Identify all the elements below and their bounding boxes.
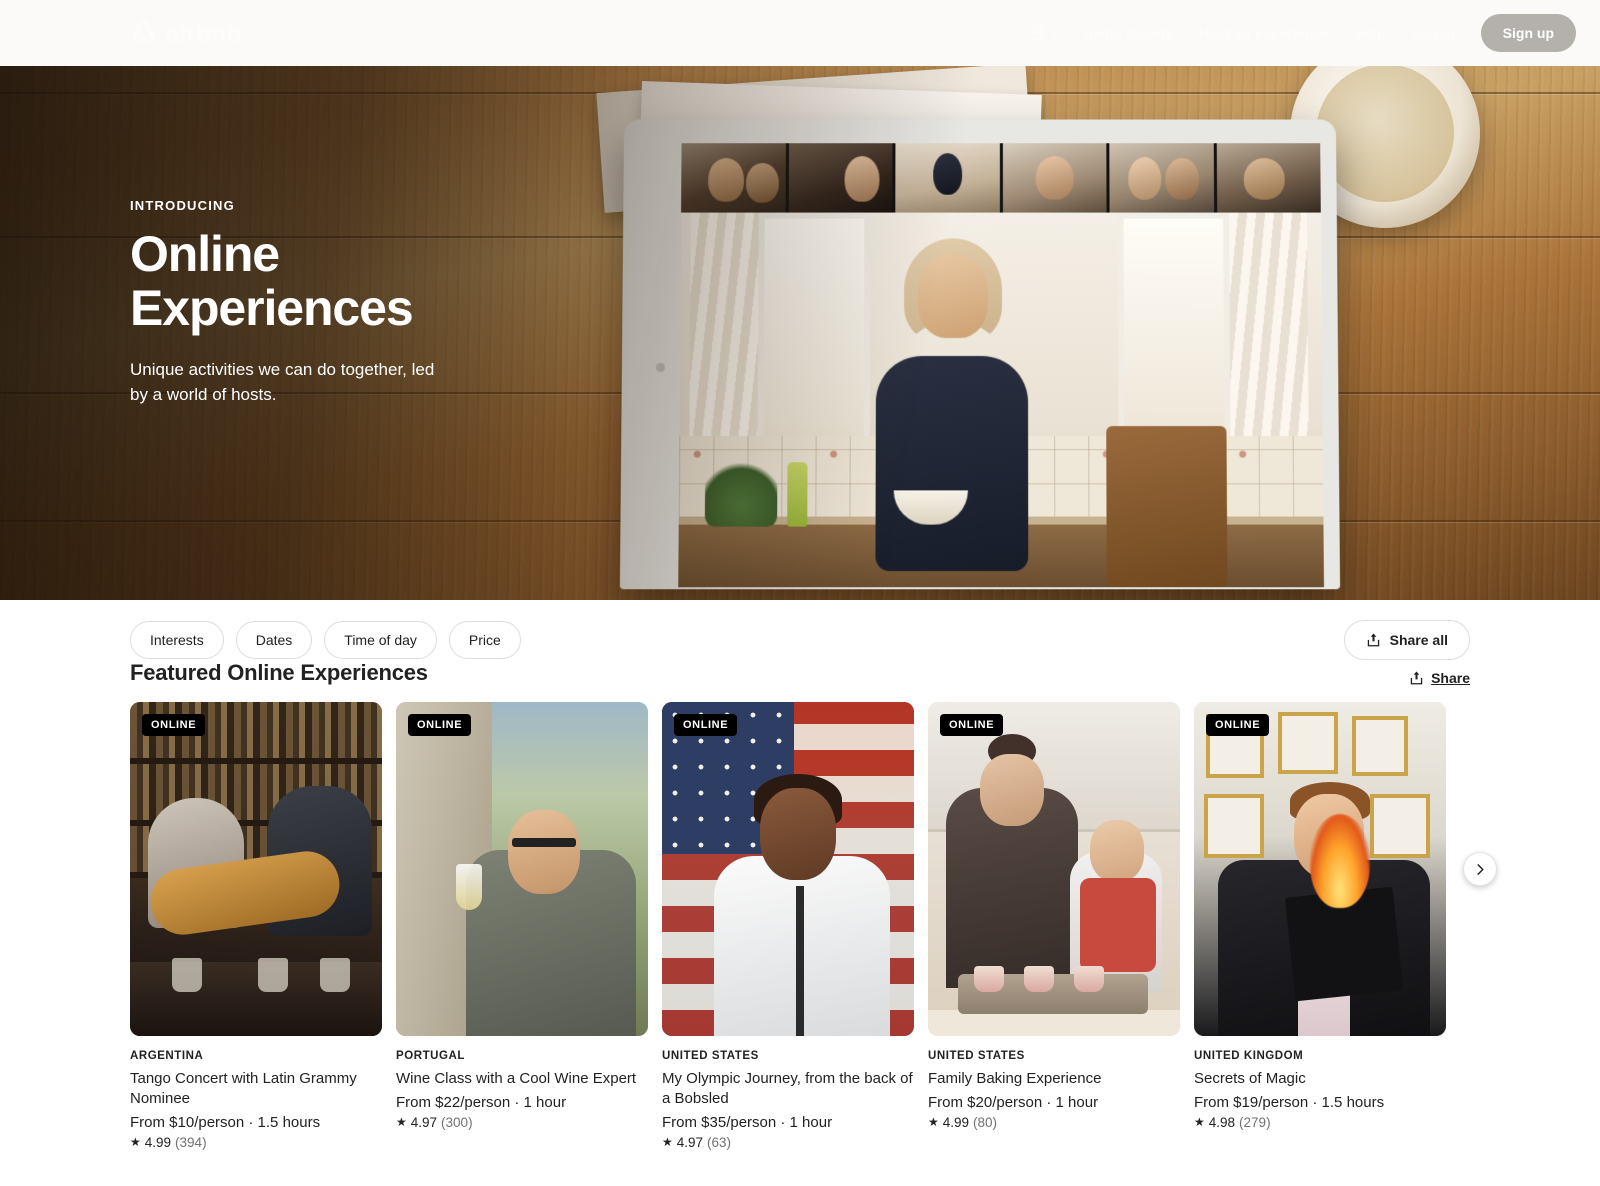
- card-price: From $22/person · 1 hour: [396, 1093, 567, 1111]
- experience-card[interactable]: ONLINE ARGENTINA Tango Concert with Lati…: [130, 702, 382, 1150]
- card-photo-tango-concert: [130, 702, 382, 1036]
- card-title: My Olympic Journey, from the back of a B…: [662, 1070, 913, 1107]
- airbnb-wordmark: airbnb: [165, 18, 242, 48]
- experience-carousel: ONLINE ARGENTINA Tango Concert with Lati…: [130, 702, 1497, 1150]
- site-header: airbnb Invite friends Host an experience…: [0, 0, 1600, 66]
- share-upload-icon: [1367, 633, 1379, 647]
- hero-eyebrow: INTRODUCING: [130, 198, 235, 213]
- online-badge: ONLINE: [408, 714, 472, 736]
- card-photo-olympic-journey: [662, 702, 914, 1036]
- card-rating: ★ 4.98 (279): [1194, 1115, 1446, 1130]
- share-all-button[interactable]: Share all: [1343, 620, 1470, 660]
- chevron-down-icon: [1050, 30, 1059, 36]
- card-image[interactable]: ONLINE: [928, 702, 1180, 1036]
- card-rating: ★ 4.97 (63): [662, 1135, 914, 1150]
- card-photo-family-baking: [928, 702, 1180, 1036]
- experience-card[interactable]: ONLINE UNITED STATES My Olympic Journey,…: [662, 702, 914, 1150]
- online-badge: ONLINE: [1206, 714, 1270, 736]
- hero-banner: INTRODUCING Online Experiences Unique ac…: [0, 0, 1600, 600]
- sign-up-button[interactable]: Sign up: [1480, 14, 1576, 52]
- card-review-count: (63): [707, 1134, 732, 1150]
- card-review-count: (279): [1239, 1114, 1271, 1130]
- hero-subtitle: Unique activities we can do together, le…: [130, 360, 435, 405]
- card-location: UNITED STATES: [928, 1050, 1025, 1062]
- star-icon: ★: [130, 1135, 141, 1150]
- card-rating: ★ 4.99 (80): [928, 1115, 1180, 1130]
- carousel-next-button[interactable]: [1463, 852, 1497, 886]
- star-icon: ★: [396, 1115, 407, 1130]
- nav-item-log-in[interactable]: Log in: [1412, 25, 1455, 41]
- filter-chip-time-of-day[interactable]: Time of day: [324, 620, 437, 660]
- filter-chip-dates[interactable]: Dates: [235, 620, 313, 660]
- star-icon: ★: [928, 1115, 939, 1130]
- card-price: From $19/person · 1.5 hours: [1194, 1093, 1385, 1111]
- nav-item-invite-friends[interactable]: Invite friends: [1085, 25, 1174, 41]
- card-price: From $35/person · 1 hour: [662, 1113, 833, 1131]
- filter-chip-price[interactable]: Price: [448, 620, 521, 660]
- card-review-count: (394): [175, 1134, 207, 1150]
- filter-chip-group: Interests Dates Time of day Price: [130, 620, 521, 660]
- card-image[interactable]: ONLINE: [662, 702, 914, 1036]
- airbnb-logo[interactable]: airbnb: [130, 18, 242, 48]
- experience-card[interactable]: ONLINE PORTUGAL Wine Class with a Cool W…: [396, 702, 648, 1150]
- online-badge: ONLINE: [674, 714, 738, 736]
- share-section-label: Share: [1431, 670, 1470, 686]
- filter-chip-interests[interactable]: Interests: [130, 620, 224, 660]
- section-header: Featured Online Experiences Share: [130, 660, 1470, 686]
- card-image[interactable]: ONLINE: [396, 702, 648, 1036]
- experience-card[interactable]: ONLINE UNITED STATES Family Baking Exper…: [928, 702, 1180, 1150]
- card-rating-value: 4.99: [942, 1114, 970, 1130]
- card-rating-value: 4.98: [1208, 1114, 1236, 1130]
- card-photo-wine-class: [396, 702, 648, 1036]
- online-badge: ONLINE: [940, 714, 1004, 736]
- hero-title-line-1: Online: [130, 226, 280, 282]
- card-price: From $20/person · 1 hour: [928, 1093, 1099, 1111]
- card-title: Secrets of Magic: [1194, 1070, 1306, 1087]
- language-selector[interactable]: [1029, 25, 1059, 41]
- star-icon: ★: [662, 1135, 673, 1150]
- card-location: UNITED KINGDOM: [1194, 1050, 1304, 1062]
- airbnb-bel-logo-icon: [133, 19, 155, 44]
- star-icon: ★: [1194, 1115, 1205, 1130]
- page-title: Online Experiences: [130, 227, 590, 335]
- card-rating-value: 4.99: [144, 1134, 172, 1150]
- globe-icon: [1029, 25, 1046, 41]
- share-upload-icon: [1410, 671, 1423, 685]
- card-price: From $10/person · 1.5 hours: [130, 1113, 321, 1131]
- card-title: Tango Concert with Latin Grammy Nominee: [130, 1070, 357, 1107]
- card-title: Family Baking Experience: [928, 1070, 1102, 1087]
- header-nav: Invite friends Host an experience Help L…: [1029, 14, 1576, 52]
- card-location: ARGENTINA: [130, 1050, 204, 1062]
- card-image[interactable]: ONLINE: [1194, 702, 1446, 1036]
- online-experiences-page: INTRODUCING Online Experiences Unique ac…: [0, 0, 1600, 1186]
- share-section-button[interactable]: Share: [1409, 670, 1470, 686]
- card-review-count: (80): [973, 1114, 998, 1130]
- card-photo-secrets-of-magic: [1194, 702, 1446, 1036]
- experience-card[interactable]: ONLINE UNITED KINGDOM Secrets of Magic F…: [1194, 702, 1446, 1150]
- card-rating: ★ 4.99 (394): [130, 1135, 382, 1150]
- card-location: UNITED STATES: [662, 1050, 759, 1062]
- section-title: Featured Online Experiences: [130, 660, 428, 685]
- online-badge: ONLINE: [142, 714, 206, 736]
- nav-item-host-an-experience[interactable]: Host an experience: [1199, 25, 1329, 41]
- card-rating: ★ 4.97 (300): [396, 1115, 648, 1130]
- card-image[interactable]: ONLINE: [130, 702, 382, 1036]
- nav-item-help[interactable]: Help: [1355, 25, 1386, 41]
- hero-copy: INTRODUCING Online Experiences Unique ac…: [130, 198, 590, 407]
- chevron-right-icon: [1476, 863, 1484, 875]
- card-rating-value: 4.97: [676, 1134, 704, 1150]
- card-title: Wine Class with a Cool Wine Expert: [396, 1070, 637, 1087]
- share-all-label: Share all: [1389, 632, 1448, 648]
- hero-title-line-2: Experiences: [130, 280, 414, 336]
- card-rating-value: 4.97: [410, 1114, 438, 1130]
- card-review-count: (300): [441, 1114, 473, 1130]
- card-location: PORTUGAL: [396, 1050, 465, 1062]
